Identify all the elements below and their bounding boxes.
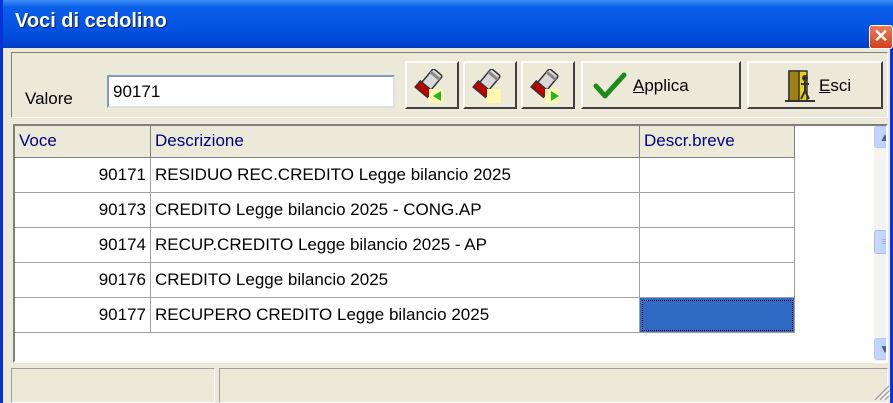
exit-door-icon bbox=[785, 70, 815, 102]
cell-voce[interactable]: 90174 bbox=[15, 228, 151, 263]
close-icon: ✕ bbox=[873, 26, 889, 46]
cell-descr-breve[interactable] bbox=[640, 228, 795, 263]
table-row[interactable]: 90177 RECUPERO CREDITO Legge bilancio 20… bbox=[15, 298, 805, 333]
cell-voce[interactable]: 90176 bbox=[15, 263, 151, 298]
grid-header: Voce Descrizione Descr.breve bbox=[15, 126, 805, 158]
window-title: Voci di cedolino bbox=[15, 10, 167, 32]
cell-descrizione[interactable]: CREDITO Legge bilancio 2025 - CONG.AP bbox=[151, 193, 640, 228]
voci-grid: Voce Descrizione Descr.breve 90171 RESID… bbox=[13, 124, 888, 363]
table-row[interactable]: 90173 CREDITO Legge bilancio 2025 - CONG… bbox=[15, 193, 805, 228]
table-row[interactable]: 90174 RECUP.CREDITO Legge bilancio 2025 … bbox=[15, 228, 805, 263]
checkmark-icon bbox=[593, 72, 627, 99]
cell-descrizione[interactable]: RESIDUO REC.CREDITO Legge bilancio 2025 bbox=[151, 158, 640, 193]
title-bar[interactable]: Voci di cedolino ✕ bbox=[3, 0, 893, 49]
applica-button[interactable]: Applica bbox=[581, 61, 741, 109]
cell-descrizione[interactable]: CREDITO Legge bilancio 2025 bbox=[151, 263, 640, 298]
flashlight-prev-icon bbox=[414, 69, 443, 103]
cell-descr-breve[interactable] bbox=[640, 193, 795, 228]
flashlight-icon bbox=[472, 69, 501, 103]
cell-descr-breve-selected[interactable] bbox=[640, 298, 795, 333]
vertical-scrollbar[interactable]: ▲ ≡ ▼ bbox=[874, 126, 888, 361]
grip-lines-icon: ≡ bbox=[881, 236, 888, 248]
search-prev-button[interactable] bbox=[405, 61, 459, 109]
app-window: Voci di cedolino ✕ Valore 90171 Applica … bbox=[0, 0, 893, 403]
close-button[interactable]: ✕ bbox=[869, 25, 893, 49]
cell-descrizione[interactable]: RECUP.CREDITO Legge bilancio 2025 - AP bbox=[151, 228, 640, 263]
status-panel-right bbox=[219, 368, 888, 403]
flashlight-next-icon bbox=[530, 69, 559, 103]
table-row[interactable]: 90171 RESIDUO REC.CREDITO Legge bilancio… bbox=[15, 158, 805, 193]
scroll-up-button[interactable]: ▲ bbox=[874, 126, 886, 148]
valore-input[interactable] bbox=[107, 75, 395, 108]
cell-descr-breve[interactable] bbox=[640, 158, 795, 193]
search-next-button[interactable] bbox=[521, 61, 575, 109]
cell-voce[interactable]: 90171 bbox=[15, 158, 151, 193]
esci-button[interactable]: Esci bbox=[747, 61, 883, 109]
search-button[interactable] bbox=[463, 61, 517, 109]
chevron-down-icon: ▼ bbox=[879, 342, 886, 356]
valore-label: Valore bbox=[25, 89, 73, 108]
chevron-up-icon: ▲ bbox=[879, 130, 886, 144]
status-panel-left bbox=[11, 368, 215, 403]
cell-descr-breve[interactable] bbox=[640, 263, 795, 298]
esci-label: Esci bbox=[819, 76, 852, 95]
cell-voce[interactable]: 90173 bbox=[15, 193, 151, 228]
column-header-descrizione[interactable]: Descrizione bbox=[151, 126, 640, 158]
column-header-descr-breve[interactable]: Descr.breve bbox=[640, 126, 795, 158]
cell-descrizione[interactable]: RECUPERO CREDITO Legge bilancio 2025 bbox=[151, 298, 640, 333]
scroll-down-button[interactable]: ▼ bbox=[874, 338, 886, 360]
resize-grip-icon[interactable] bbox=[869, 382, 891, 400]
scroll-thumb[interactable]: ≡ bbox=[874, 230, 888, 254]
table-row[interactable]: 90176 CREDITO Legge bilancio 2025 bbox=[15, 263, 805, 298]
status-bar bbox=[11, 368, 888, 403]
cell-voce[interactable]: 90177 bbox=[15, 298, 151, 333]
column-header-voce[interactable]: Voce bbox=[15, 126, 151, 158]
applica-label: Applica bbox=[633, 76, 689, 95]
